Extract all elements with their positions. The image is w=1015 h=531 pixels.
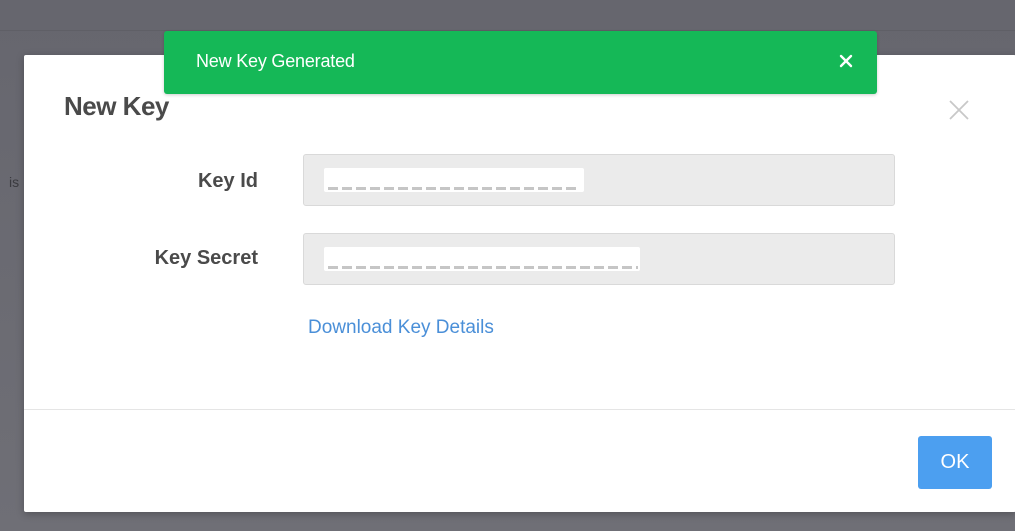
modal-close-button[interactable]: [944, 95, 974, 125]
modal-footer-divider: [24, 409, 1015, 410]
toast-close-button[interactable]: [836, 51, 856, 71]
key-id-label: Key Id: [197, 170, 258, 192]
close-icon: [949, 100, 969, 120]
key-secret-masked-text: [328, 266, 638, 269]
modal-title: New Key: [64, 91, 169, 121]
key-id-field[interactable]: [303, 154, 895, 206]
success-toast: New Key Generated: [164, 31, 877, 94]
close-icon: [839, 54, 853, 68]
key-secret-label: Key Secret: [154, 247, 258, 269]
key-id-masked-text: [328, 187, 578, 190]
key-secret-field[interactable]: [303, 233, 895, 285]
new-key-modal: New Key Key Id Key Secret Download Key D…: [24, 55, 1015, 512]
toast-message: New Key Generated: [196, 51, 355, 71]
backdrop-text-fragment: is: [9, 174, 20, 190]
ok-button[interactable]: OK: [918, 436, 992, 489]
download-key-details-link[interactable]: Download Key Details: [308, 317, 494, 339]
